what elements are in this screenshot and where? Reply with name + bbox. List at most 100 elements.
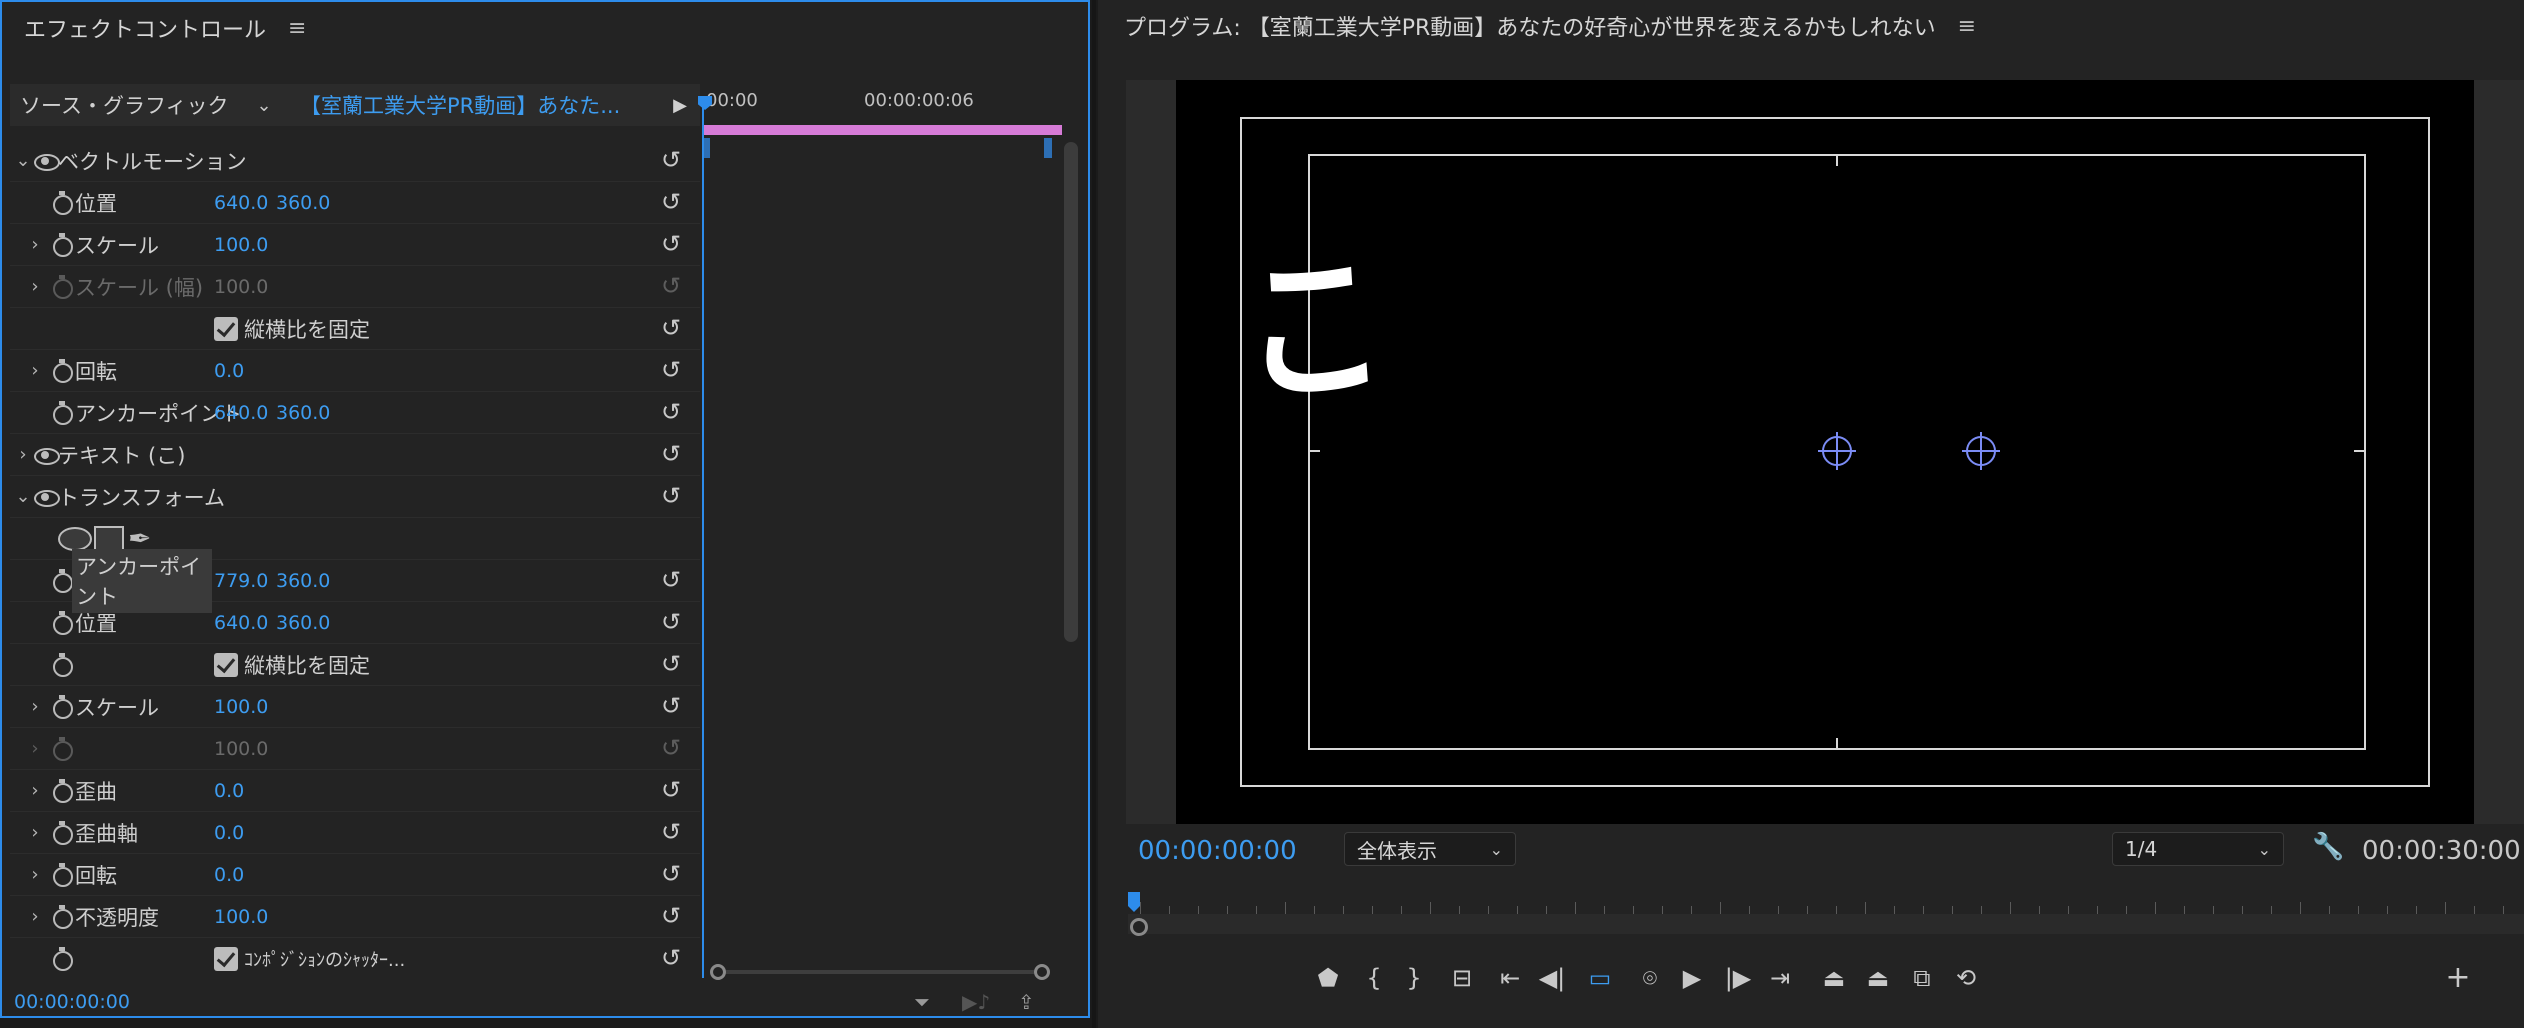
twirl-right-icon[interactable]: › bbox=[26, 276, 44, 297]
zoom-handle-left[interactable] bbox=[710, 964, 726, 980]
twirl-right-icon[interactable]: › bbox=[26, 696, 44, 717]
stopwatch-icon[interactable] bbox=[52, 611, 73, 635]
source-selector[interactable]: ソース・グラフィック ⌄ 【室蘭工業大学PR動画】あなた... ▶ bbox=[10, 84, 700, 126]
playhead-line[interactable] bbox=[702, 98, 704, 978]
twirl-right-icon[interactable]: › bbox=[26, 822, 44, 843]
value[interactable]: 0.0 bbox=[214, 822, 244, 844]
twirl-down-icon[interactable]: ⌄ bbox=[14, 486, 32, 507]
vertical-scrollbar[interactable] bbox=[1064, 142, 1078, 642]
go-to-out-icon[interactable]: ⇥ bbox=[1758, 958, 1802, 998]
value[interactable]: 100.0 bbox=[214, 696, 268, 718]
stopwatch-icon[interactable] bbox=[52, 779, 73, 803]
value[interactable]: 0.0 bbox=[214, 864, 244, 886]
step-forward-icon[interactable]: |▶ bbox=[1716, 958, 1760, 998]
extract-icon[interactable]: ⏏ bbox=[1856, 958, 1900, 998]
stopwatch-icon[interactable] bbox=[52, 695, 73, 719]
twirl-right-icon[interactable]: › bbox=[26, 864, 44, 885]
source-label[interactable]: ソース・グラフィック bbox=[10, 90, 242, 120]
reset-icon[interactable]: ↺ bbox=[658, 820, 684, 844]
panel-menu-icon[interactable]: ≡ bbox=[288, 16, 306, 41]
export-icon[interactable]: ⇪ bbox=[1018, 990, 1035, 1014]
effect-row-transform[interactable]: ⌄ トランスフォーム ↺ bbox=[10, 476, 700, 518]
anchor-point-crosshair-icon[interactable] bbox=[1818, 432, 1856, 470]
stopwatch-icon[interactable] bbox=[52, 233, 73, 257]
zoom-level-select[interactable]: 全体表示 ⌄ bbox=[1344, 832, 1516, 866]
reset-icon[interactable]: ↺ bbox=[658, 862, 684, 886]
value-y[interactable]: 360.0 bbox=[276, 570, 330, 592]
value-x[interactable]: 640.0 bbox=[214, 192, 268, 214]
mark-in-icon[interactable]: { bbox=[1352, 958, 1396, 998]
clip-name-link[interactable]: 【室蘭工業大学PR動画】あなた... bbox=[286, 90, 660, 120]
value[interactable]: 0.0 bbox=[214, 360, 244, 382]
reset-icon[interactable]: ↺ bbox=[658, 316, 684, 340]
safe-margins-icon[interactable]: ▭ bbox=[1578, 958, 1622, 998]
zoom-scroll-track[interactable] bbox=[1128, 914, 2524, 934]
reset-icon[interactable]: ↺ bbox=[658, 442, 684, 466]
value-x[interactable]: 779.0 bbox=[214, 570, 268, 592]
eye-icon[interactable] bbox=[32, 489, 60, 507]
effect-row-vector-motion[interactable]: ⌄ ベクトルモーション ↺ bbox=[10, 140, 700, 182]
step-back-icon[interactable]: ◀| bbox=[1530, 958, 1574, 998]
value-y[interactable]: 360.0 bbox=[276, 192, 330, 214]
composition-shutter-checkbox[interactable] bbox=[214, 947, 238, 971]
twirl-down-icon[interactable]: ⌄ bbox=[14, 150, 32, 171]
play-clip-icon[interactable]: ▶ bbox=[660, 95, 700, 116]
ellipse-mask-icon[interactable] bbox=[58, 527, 92, 551]
add-marker-icon[interactable]: ⬟ bbox=[1306, 958, 1350, 998]
value[interactable]: 100.0 bbox=[214, 234, 268, 256]
export-frame-camera-icon[interactable]: ⌾ bbox=[1628, 958, 1672, 998]
playhead-handle[interactable] bbox=[1128, 892, 1140, 912]
stopwatch-icon[interactable] bbox=[52, 905, 73, 929]
stopwatch-icon[interactable] bbox=[52, 401, 73, 425]
clip-duration-bar[interactable] bbox=[702, 125, 1062, 135]
chevron-down-icon[interactable]: ⌄ bbox=[242, 95, 286, 116]
zoom-track[interactable] bbox=[726, 970, 1034, 974]
go-to-in-icon[interactable]: ⇤ bbox=[1488, 958, 1532, 998]
reset-icon[interactable]: ↺ bbox=[658, 232, 684, 256]
zoom-handle[interactable] bbox=[1130, 918, 1148, 936]
position-crosshair-icon[interactable] bbox=[1962, 432, 2000, 470]
effect-row-text-layer[interactable]: › テキスト (こ) ↺ bbox=[10, 434, 700, 476]
reset-icon[interactable]: ↺ bbox=[658, 694, 684, 718]
lift-icon[interactable]: ⏏ bbox=[1812, 958, 1856, 998]
reset-icon[interactable]: ↺ bbox=[658, 400, 684, 424]
clip-out-marker[interactable] bbox=[1044, 138, 1052, 158]
value-y[interactable]: 360.0 bbox=[276, 612, 330, 634]
twirl-right-icon[interactable]: › bbox=[26, 234, 44, 255]
playhead-timecode[interactable]: 00:00:00:00 bbox=[1138, 836, 1297, 866]
clear-in-out-icon[interactable]: ⊟ bbox=[1440, 958, 1484, 998]
insert-icon[interactable]: ⧉ bbox=[1900, 958, 1944, 998]
value-y[interactable]: 360.0 bbox=[276, 402, 330, 424]
reset-icon[interactable]: ↺ bbox=[658, 568, 684, 592]
settings-wrench-icon[interactable]: 🔧 bbox=[2312, 832, 2344, 862]
value-x[interactable]: 640.0 bbox=[214, 402, 268, 424]
comparison-view-icon[interactable]: ⟲ bbox=[1944, 958, 1988, 998]
current-timecode[interactable]: 00:00:00:00 bbox=[14, 991, 130, 1013]
reset-icon[interactable]: ↺ bbox=[658, 190, 684, 214]
twirl-right-icon[interactable]: › bbox=[26, 906, 44, 927]
stopwatch-icon[interactable] bbox=[52, 653, 73, 677]
stopwatch-icon[interactable] bbox=[52, 191, 73, 215]
value[interactable]: 0.0 bbox=[214, 780, 244, 802]
stopwatch-icon[interactable] bbox=[52, 359, 73, 383]
zoom-handle-right[interactable] bbox=[1034, 964, 1050, 980]
monitor-time-ruler[interactable] bbox=[1128, 890, 2524, 942]
value-x[interactable]: 640.0 bbox=[214, 612, 268, 634]
stopwatch-icon[interactable] bbox=[52, 863, 73, 887]
value[interactable]: 100.0 bbox=[214, 906, 268, 928]
button-editor-add-icon[interactable]: + bbox=[2436, 958, 2480, 998]
resolution-select[interactable]: 1/4 ⌄ bbox=[2112, 832, 2284, 866]
effect-timeline[interactable]: 00:00 00:00:00:06 bbox=[698, 82, 1078, 982]
mark-out-icon[interactable]: } bbox=[1392, 958, 1436, 998]
video-canvas[interactable]: こ bbox=[1176, 80, 2474, 824]
reset-icon[interactable]: ↺ bbox=[658, 484, 684, 508]
play-icon[interactable]: ▶ bbox=[1670, 958, 1714, 998]
reset-icon[interactable]: ↺ bbox=[658, 610, 684, 634]
stopwatch-icon[interactable] bbox=[52, 569, 73, 593]
reset-icon[interactable]: ↺ bbox=[658, 652, 684, 676]
twirl-right-icon[interactable]: › bbox=[26, 780, 44, 801]
twirl-right-icon[interactable]: › bbox=[14, 444, 32, 465]
preview-text-glyph[interactable]: こ bbox=[1236, 231, 1391, 429]
reset-icon[interactable]: ↺ bbox=[658, 904, 684, 928]
twirl-right-icon[interactable]: › bbox=[26, 360, 44, 381]
